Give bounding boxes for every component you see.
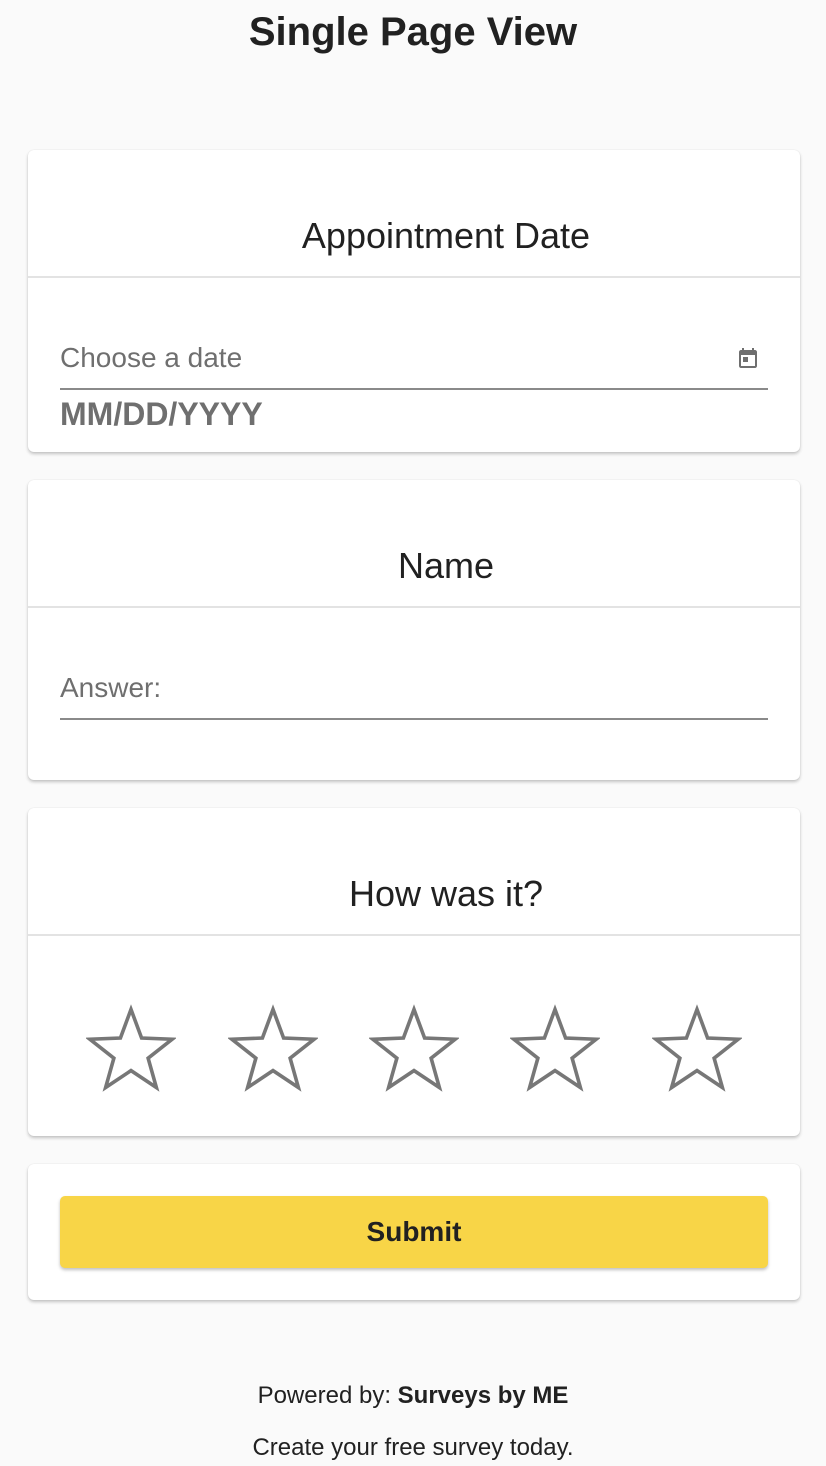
star-1-icon[interactable] — [86, 1004, 176, 1094]
name-answer-input[interactable]: Answer: — [60, 670, 768, 720]
rating-question-title: How was it? — [348, 873, 544, 914]
star-4-icon[interactable] — [510, 1004, 600, 1094]
footer-powered-prefix: Powered by: — [257, 1382, 391, 1409]
submit-button[interactable]: Submit — [60, 1196, 768, 1268]
star-2-icon[interactable] — [228, 1004, 318, 1094]
appointment-date-card: Appointment Date Choose a date MM/DD/YYY… — [28, 150, 800, 452]
submit-card: Submit — [28, 1164, 800, 1300]
appointment-date-input[interactable]: Choose a date — [60, 340, 768, 390]
footer-tagline: Create your free survey today. — [252, 1434, 574, 1461]
rating-card: How was it? — [28, 808, 800, 1136]
appointment-date-question-title: Appointment Date — [301, 215, 591, 256]
star-5-icon[interactable] — [652, 1004, 742, 1094]
name-card: Name Answer: — [28, 480, 800, 780]
date-format-hint: MM/DD/YYYY — [60, 396, 263, 432]
rating-question-header: How was it? — [28, 808, 800, 936]
calendar-icon[interactable] — [736, 346, 760, 370]
appointment-date-placeholder: Choose a date — [60, 342, 243, 373]
name-question-title: Name — [397, 545, 495, 586]
star-rating — [28, 1004, 800, 1094]
page-title: Single Page View — [248, 10, 578, 54]
footer-powered-by: Powered by: Surveys by ME — [0, 1380, 826, 1412]
appointment-date-question-header: Appointment Date — [28, 150, 800, 278]
name-question-header: Name — [28, 480, 800, 608]
footer-brand-link[interactable]: Surveys by ME — [398, 1382, 569, 1409]
star-3-icon[interactable] — [369, 1004, 459, 1094]
name-answer-placeholder: Answer: — [60, 672, 162, 703]
